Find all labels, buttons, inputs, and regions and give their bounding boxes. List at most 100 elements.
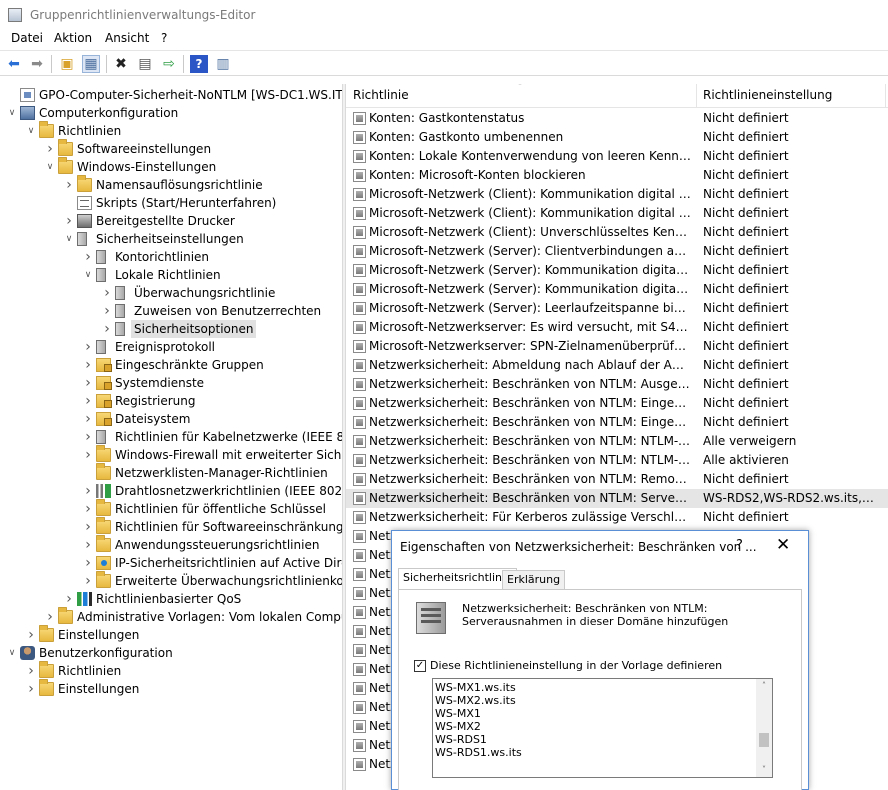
tree-node[interactable]: ∨ Richtlinien xyxy=(0,121,342,140)
chevron-right-icon[interactable]: › xyxy=(83,428,93,446)
tree-node[interactable]: GPO-Computer-Sicherheit-NoNTLM [WS-DC1.W… xyxy=(0,86,342,104)
column-divider[interactable] xyxy=(696,84,697,108)
tree-node[interactable]: Skripts (Start/Herunterfahren) xyxy=(0,194,342,212)
list-item[interactable]: WS-MX1 xyxy=(435,707,481,720)
list-item[interactable]: WS-MX1.ws.its xyxy=(435,681,516,694)
chevron-right-icon[interactable]: › xyxy=(102,320,112,338)
chevron-right-icon[interactable]: › xyxy=(83,518,93,536)
scroll-down-icon[interactable]: ˅ xyxy=(756,763,772,777)
chevron-right-icon[interactable]: › xyxy=(83,572,93,590)
tree-node[interactable]: › Registrierung xyxy=(0,392,342,410)
tree-node[interactable]: › Erweiterte Überwachungsrichtlinienkonfi… xyxy=(0,571,342,590)
table-row[interactable]: Netzwerksicherheit: Beschränken von NTLM… xyxy=(346,394,888,413)
column-divider[interactable] xyxy=(885,84,886,108)
tree-node[interactable]: › Kontorichtlinien xyxy=(0,248,342,266)
scroll-thumb[interactable] xyxy=(759,733,769,747)
column-header-richtlinieneinstellung[interactable]: Richtlinieneinstellung xyxy=(703,88,832,102)
list-item[interactable]: WS-MX2 xyxy=(435,720,481,733)
table-row[interactable]: Netzwerksicherheit: Abmeldung nach Ablau… xyxy=(346,356,888,375)
chevron-right-icon[interactable]: › xyxy=(83,248,93,266)
chevron-right-icon[interactable]: › xyxy=(83,536,93,554)
chevron-right-icon[interactable]: › xyxy=(83,410,93,428)
export-list-icon[interactable]: ⇨ xyxy=(160,55,178,73)
tree-node[interactable]: Netzwerklisten-Manager-Richtlinien xyxy=(0,463,342,482)
table-row[interactable]: Microsoft-Netzwerk (Server): Leerlaufzei… xyxy=(346,299,888,318)
tree-node[interactable]: › IP-Sicherheitsrichtlinien auf Active Di… xyxy=(0,554,342,572)
column-header-richtlinie[interactable]: Richtlinie xyxy=(353,88,409,102)
chevron-right-icon[interactable]: › xyxy=(45,140,55,158)
menu-ansicht[interactable]: Ansicht xyxy=(105,31,149,45)
chevron-right-icon[interactable]: › xyxy=(83,356,93,374)
tree-node[interactable]: › Namensauflösungsrichtlinie xyxy=(0,175,342,194)
menu-help[interactable]: ? xyxy=(161,31,167,45)
show-hide-tree-icon[interactable]: ▦ xyxy=(82,55,100,73)
table-row[interactable]: Netzwerksicherheit: Beschränken von NTLM… xyxy=(346,432,888,451)
tree-node[interactable]: › Drahtlosnetzwerkrichtlinien (IEEE 802.1… xyxy=(0,482,342,500)
chevron-down-icon[interactable]: ∨ xyxy=(7,644,17,662)
chevron-right-icon[interactable]: › xyxy=(83,554,93,572)
table-row[interactable]: Microsoft-Netzwerk (Client): Unverschlüs… xyxy=(346,223,888,242)
table-row[interactable]: Netzwerksicherheit: Beschränken von NTLM… xyxy=(346,451,888,470)
table-row[interactable]: Konten: Lokale Kontenverwendung von leer… xyxy=(346,147,888,166)
table-row[interactable]: Microsoft-Netzwerkserver: Es wird versuc… xyxy=(346,318,888,337)
console-tree[interactable]: GPO-Computer-Sicherheit-NoNTLM [WS-DC1.W… xyxy=(0,84,342,790)
table-row[interactable]: Microsoft-Netzwerk (Client): Kommunikati… xyxy=(346,204,888,223)
chevron-right-icon[interactable]: › xyxy=(83,338,93,356)
chevron-down-icon[interactable]: ∨ xyxy=(26,122,36,140)
tree-node[interactable]: › Bereitgestellte Drucker xyxy=(0,212,342,230)
tree-node[interactable]: › Softwareeinstellungen xyxy=(0,139,342,158)
table-row[interactable]: Konten: Gastkontenstatus Nicht definiert xyxy=(346,109,888,128)
tree-node[interactable]: › Einstellungen xyxy=(0,625,342,644)
chevron-right-icon[interactable]: › xyxy=(83,482,93,500)
up-folder-icon[interactable]: ▣ xyxy=(58,55,76,73)
listbox-scrollbar[interactable]: ˄ ˅ xyxy=(756,679,772,777)
list-item[interactable]: WS-MX2.ws.its xyxy=(435,694,516,707)
define-policy-checkbox-label[interactable]: Diese Richtlinieneinstellung in der Vorl… xyxy=(430,659,722,672)
table-row[interactable]: Netzwerksicherheit: Beschränken von NTLM… xyxy=(346,375,888,394)
table-row[interactable]: Microsoft-Netzwerk (Client): Kommunikati… xyxy=(346,185,888,204)
table-row[interactable]: Netzwerksicherheit: Beschränken von NTLM… xyxy=(346,489,888,508)
properties-icon[interactable]: ▤ xyxy=(136,55,154,73)
chevron-right-icon[interactable]: › xyxy=(64,212,74,230)
tree-node[interactable]: › Ereignisprotokoll xyxy=(0,338,342,356)
table-row[interactable]: Microsoft-Netzwerk (Server): Kommunikati… xyxy=(346,280,888,299)
forward-arrow-icon[interactable]: ➡ xyxy=(28,55,46,73)
tab-erklaerung[interactable]: Erklärung xyxy=(502,570,566,590)
help-icon[interactable]: ? xyxy=(190,55,208,73)
chevron-right-icon[interactable]: › xyxy=(83,374,93,392)
table-row[interactable]: Netzwerksicherheit: Beschränken von NTLM… xyxy=(346,470,888,489)
tree-node[interactable]: ∨ Benutzerkonfiguration xyxy=(0,644,342,662)
tree-node[interactable]: › Richtlinien für Softwareeinschränkung xyxy=(0,517,342,536)
table-row[interactable]: Netzwerksicherheit: Für Kerberos zulässi… xyxy=(346,508,888,527)
tree-node[interactable]: ∨ Windows-Einstellungen xyxy=(0,157,342,176)
menu-aktion[interactable]: Aktion xyxy=(54,31,92,45)
chevron-right-icon[interactable]: › xyxy=(26,680,36,698)
chevron-right-icon[interactable]: › xyxy=(64,590,74,608)
define-policy-checkbox[interactable]: ✓ xyxy=(414,660,426,672)
tree-node[interactable]: › Richtlinien für Kabelnetzwerke (IEEE 80… xyxy=(0,428,342,446)
tree-node[interactable]: › Systemdienste xyxy=(0,374,342,392)
tree-node[interactable]: › Dateisystem xyxy=(0,410,342,428)
tree-node[interactable]: › Anwendungssteuerungsrichtlinien xyxy=(0,535,342,554)
tree-node[interactable]: › Eingeschränkte Gruppen xyxy=(0,356,342,374)
chevron-right-icon[interactable]: › xyxy=(83,446,93,464)
chevron-down-icon[interactable]: ∨ xyxy=(83,266,93,284)
delete-icon[interactable]: ✖ xyxy=(112,55,130,73)
chevron-right-icon[interactable]: › xyxy=(26,662,36,680)
table-row[interactable]: Konten: Microsoft-Konten blockieren Nicht… xyxy=(346,166,888,185)
chevron-right-icon[interactable]: › xyxy=(102,302,112,320)
tree-node[interactable]: › Richtlinienbasierter QoS xyxy=(0,590,342,608)
tree-node[interactable]: › Zuweisen von Benutzerrechten xyxy=(0,302,342,320)
tree-node[interactable]: ∨ Lokale Richtlinien xyxy=(0,266,342,284)
chevron-right-icon[interactable]: › xyxy=(26,626,36,644)
dialog-help-button[interactable]: ? xyxy=(736,538,743,553)
tree-node[interactable]: ∨ Computerkonfiguration xyxy=(0,104,342,122)
chevron-down-icon[interactable]: ∨ xyxy=(64,230,74,248)
list-item[interactable]: WS-RDS1 xyxy=(435,733,487,746)
table-row[interactable]: Microsoft-Netzwerk (Server): Kommunikati… xyxy=(346,261,888,280)
list-item[interactable]: WS-RDS1.ws.its xyxy=(435,746,522,759)
tree-node[interactable]: › Überwachungsrichtlinie xyxy=(0,284,342,302)
chevron-right-icon[interactable]: › xyxy=(83,500,93,518)
tree-node[interactable]: › Administrative Vorlagen: Vom lokalen Co… xyxy=(0,607,342,626)
tree-node[interactable]: › Richtlinien für öffentliche Schlüssel xyxy=(0,499,342,518)
